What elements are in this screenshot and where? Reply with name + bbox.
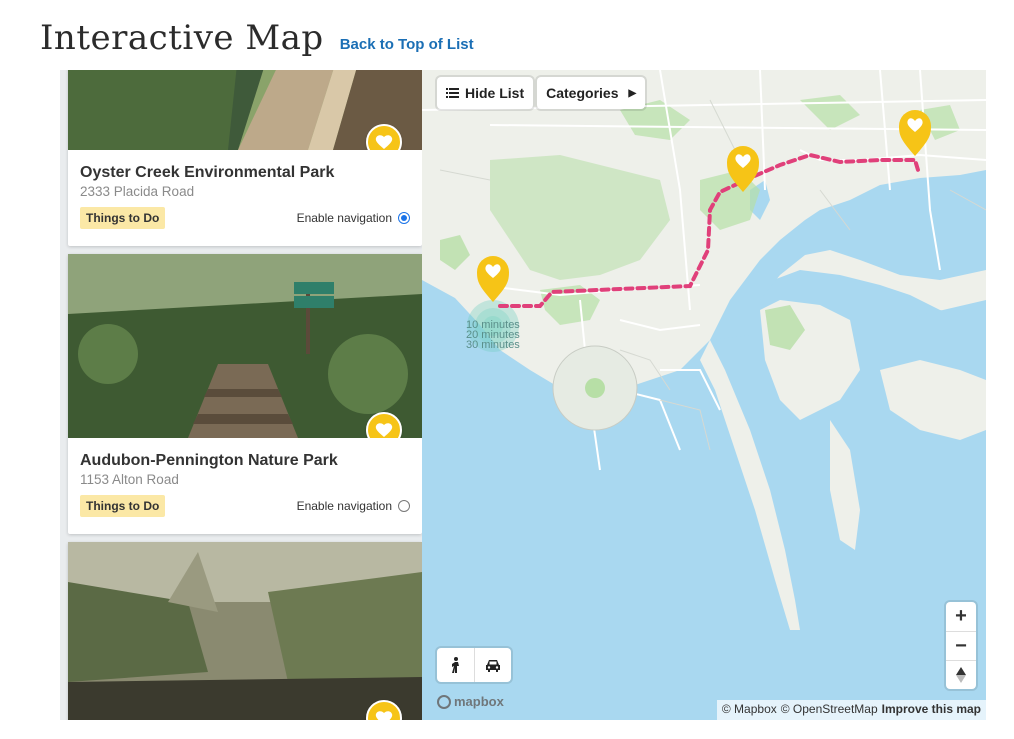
navigation-radio[interactable] xyxy=(398,500,410,512)
travel-mode-control xyxy=(437,648,511,682)
listing-address: 1153 Alton Road xyxy=(80,472,179,487)
listing-photo[interactable] xyxy=(68,70,422,150)
trail-photo xyxy=(68,254,422,438)
page-header: Interactive Map Back to Top of List xyxy=(40,18,474,62)
navigation-radio[interactable] xyxy=(398,212,410,224)
map-top-controls: Hide List Categories ▶ xyxy=(437,77,646,109)
hide-list-button[interactable]: Hide List xyxy=(437,77,534,109)
zoom-out-button[interactable]: − xyxy=(946,631,976,660)
category-tag: Things to Do xyxy=(80,207,166,229)
zoom-in-button[interactable]: + xyxy=(946,602,976,631)
page-title: Interactive Map xyxy=(40,18,324,58)
driving-icon xyxy=(486,659,500,672)
back-to-top-link[interactable]: Back to Top of List xyxy=(340,36,474,53)
isochrone-label: 30 minutes xyxy=(466,339,520,351)
river-photo xyxy=(68,542,422,720)
mapbox-logo[interactable]: mapbox xyxy=(437,694,504,709)
categories-label: Categories xyxy=(546,85,619,101)
enable-navigation-label: Enable navigation xyxy=(296,211,392,225)
compass-icon xyxy=(956,667,966,683)
heart-icon xyxy=(375,135,393,149)
heart-icon xyxy=(375,423,393,437)
mapbox-mark-icon xyxy=(437,694,451,709)
osm-attribution-link[interactable]: © OpenStreetMap xyxy=(781,702,878,718)
compass-button[interactable] xyxy=(946,660,976,689)
listing-card[interactable]: Oyster Creek Environmental Park 2333 Pla… xyxy=(68,70,422,246)
listing-card[interactable]: Audubon-Pennington Nature Park 1153 Alto… xyxy=(68,254,422,534)
enable-navigation-label: Enable navigation xyxy=(296,499,392,513)
categories-button[interactable]: Categories ▶ xyxy=(537,77,646,109)
subdivision-circle xyxy=(552,345,638,431)
mapbox-logo-text: mapbox xyxy=(454,694,504,709)
listing-photo[interactable] xyxy=(68,542,422,720)
map-attribution: © Mapbox © OpenStreetMap Improve this ma… xyxy=(716,700,986,720)
listing-details: Audubon-Pennington Nature Park 1153 Alto… xyxy=(68,438,422,534)
category-tag: Things to Do xyxy=(80,495,166,517)
caret-right-icon: ▶ xyxy=(628,87,637,99)
listing-photo[interactable] xyxy=(68,254,422,438)
walking-icon xyxy=(451,657,459,673)
zoom-control: + − xyxy=(946,602,976,689)
list-icon xyxy=(446,85,459,101)
driving-mode-button[interactable] xyxy=(474,648,511,682)
listing-panel[interactable]: Oyster Creek Environmental Park 2333 Pla… xyxy=(60,70,422,720)
map-container[interactable]: 10 minutes 20 minutes 30 minutes Oyster … xyxy=(60,70,986,720)
heart-icon xyxy=(375,711,393,720)
improve-map-link[interactable]: Improve this map xyxy=(882,702,981,718)
listing-details: Oyster Creek Environmental Park 2333 Pla… xyxy=(68,150,422,246)
listing-address: 2333 Placida Road xyxy=(80,184,195,199)
listing-name[interactable]: Audubon-Pennington Nature Park xyxy=(80,452,410,470)
mapbox-attribution-link[interactable]: © Mapbox xyxy=(722,702,777,718)
enable-navigation-toggle[interactable]: Enable navigation xyxy=(297,211,410,225)
hide-list-label: Hide List xyxy=(465,85,525,101)
listing-card[interactable] xyxy=(68,542,422,720)
enable-navigation-toggle[interactable]: Enable navigation xyxy=(297,499,410,513)
walking-mode-button[interactable] xyxy=(437,648,474,682)
listing-name[interactable]: Oyster Creek Environmental Park xyxy=(80,164,410,182)
